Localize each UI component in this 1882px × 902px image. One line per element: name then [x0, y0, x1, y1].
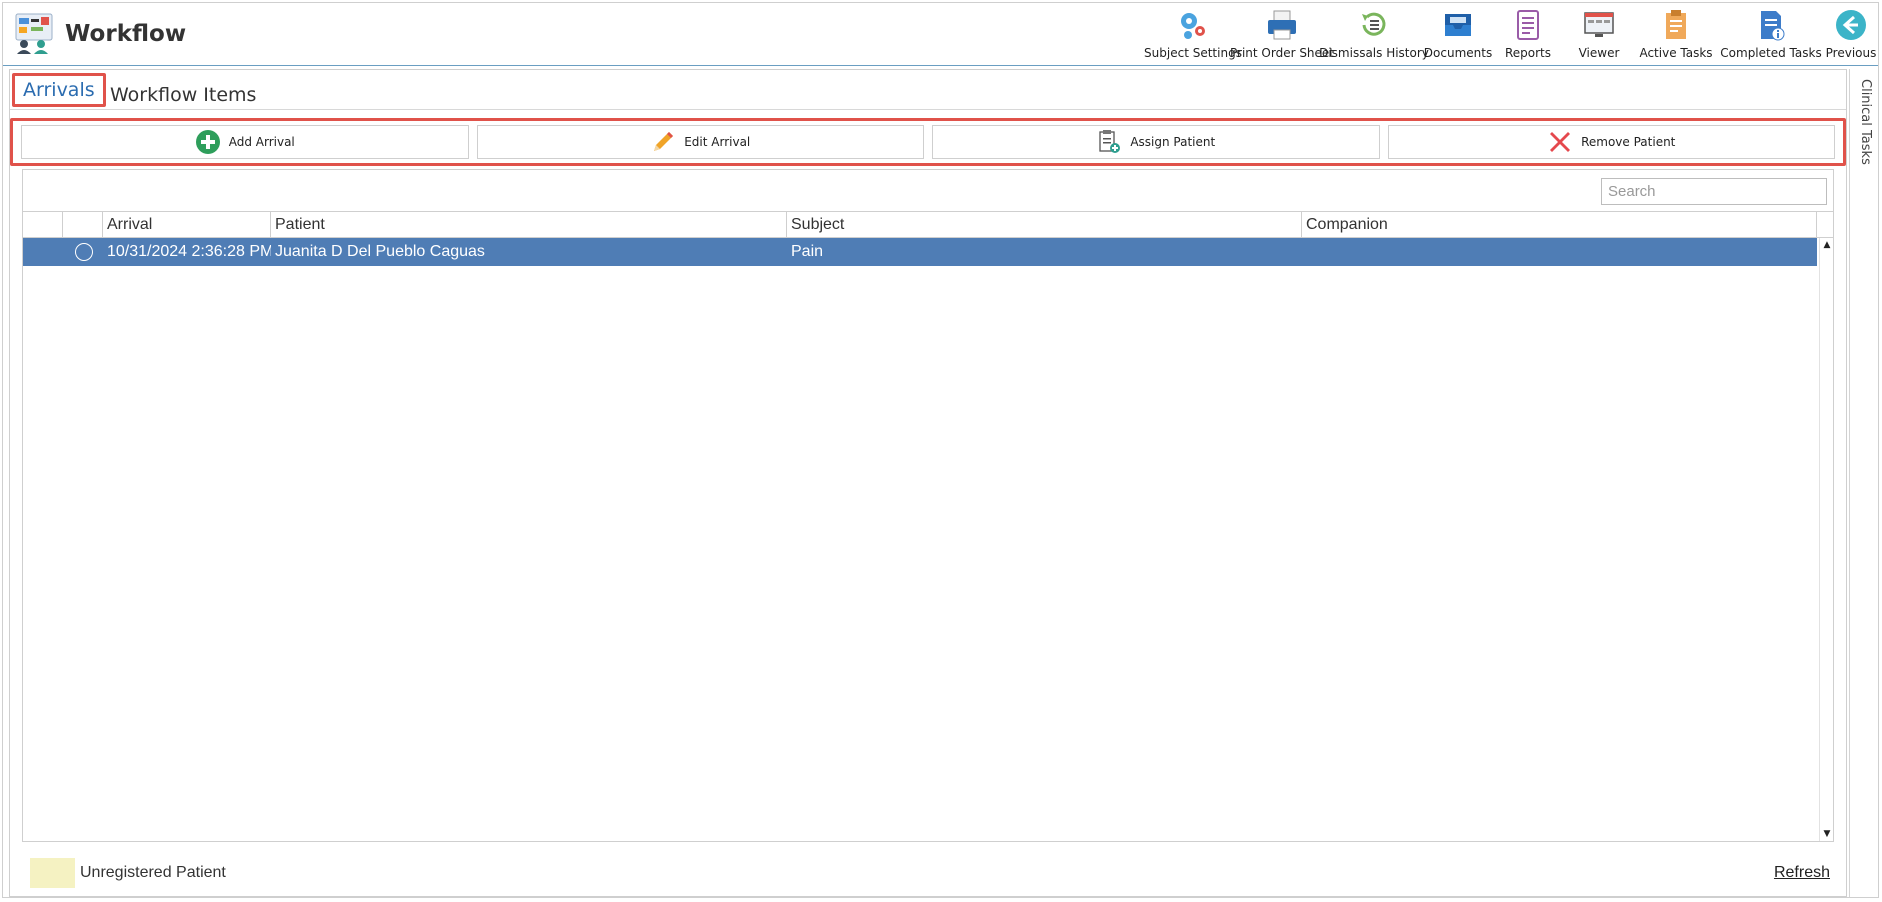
reports-button[interactable]: Reports — [1492, 3, 1564, 65]
column-header-status[interactable] — [63, 212, 103, 237]
status-circle-icon[interactable] — [75, 243, 93, 261]
unregistered-legend-swatch — [30, 858, 75, 888]
remove-patient-button[interactable]: Remove Patient — [1387, 125, 1835, 159]
column-header-arrival[interactable]: Arrival — [103, 212, 271, 237]
viewer-button[interactable]: Viewer — [1564, 3, 1634, 65]
vertical-scrollbar[interactable]: ▲ ▼ — [1819, 238, 1833, 841]
remove-patient-label: Remove Patient — [1581, 135, 1676, 149]
active-tasks-button[interactable]: Active Tasks — [1634, 3, 1718, 65]
scroll-down-arrow-icon[interactable]: ▼ — [1820, 827, 1834, 841]
add-arrival-button[interactable]: Add Arrival — [21, 125, 469, 159]
arrivals-grid: Arrival Patient Subject Companion 10/31/… — [22, 169, 1834, 842]
action-bar: Add Arrival Edit Arrival Assign Patient … — [10, 118, 1846, 166]
clinical-tasks-label: Clinical Tasks — [1858, 79, 1873, 165]
clinical-tasks-rail[interactable]: Clinical Tasks — [1849, 69, 1879, 897]
assign-patient-button[interactable]: Assign Patient — [932, 125, 1380, 159]
completed-tasks-button[interactable]: Completed Tasks — [1718, 3, 1824, 65]
inbox-icon — [1445, 14, 1471, 36]
table-header: Arrival Patient Subject Companion — [23, 211, 1833, 238]
tab-workflow-items[interactable]: Workflow Items — [102, 78, 264, 112]
table-row[interactable]: 10/31/2024 2:36:28 PM Juanita D Del Pueb… — [23, 238, 1817, 266]
app-header: Workflow Subject Settings Print Order Sh… — [3, 3, 1878, 66]
x-icon — [1550, 132, 1571, 152]
gear-icon — [1181, 13, 1205, 39]
workflow-logo-icon — [15, 13, 53, 54]
patient-cell: Juanita D Del Pueblo Caguas — [275, 243, 485, 260]
assign-patient-label: Assign Patient — [1130, 135, 1216, 149]
toolbar: Subject Settings Print Order Sheet Dismi… — [1144, 3, 1878, 65]
edit-arrival-button[interactable]: Edit Arrival — [476, 125, 924, 159]
scroll-up-arrow-icon[interactable]: ▲ — [1820, 238, 1834, 252]
clipboard-icon — [1666, 10, 1686, 39]
history-icon — [1362, 12, 1386, 36]
tab-strip: Arrivals Workflow Items — [10, 70, 1846, 110]
dismissals-history-button[interactable]: Dismissals History — [1319, 3, 1429, 65]
app-window: Workflow Subject Settings Print Order Sh… — [2, 2, 1879, 898]
subject-cell: Pain — [791, 243, 824, 260]
main-panel: Arrivals Workflow Items Add Arrival Edit… — [9, 69, 1847, 897]
viewer-icon — [1584, 12, 1614, 37]
add-arrival-label: Add Arrival — [228, 135, 295, 149]
row-indicator-cell — [23, 238, 63, 266]
column-header-subject[interactable]: Subject — [787, 212, 1302, 237]
report-icon — [1517, 10, 1539, 40]
tab-arrivals[interactable]: Arrivals — [12, 73, 106, 107]
column-header-companion[interactable]: Companion — [1302, 212, 1817, 237]
assign-clipboard-icon — [1099, 130, 1121, 153]
search-input[interactable] — [1601, 178, 1827, 205]
plus-circle-icon — [195, 130, 220, 154]
edit-arrival-label: Edit Arrival — [684, 135, 751, 149]
table-body: 10/31/2024 2:36:28 PM Juanita D Del Pueb… — [23, 238, 1817, 840]
previous-button[interactable]: Previous — [1824, 3, 1878, 65]
refresh-link[interactable]: Refresh — [1774, 864, 1830, 882]
companion-cell — [1302, 238, 1817, 266]
documents-button[interactable]: Documents — [1424, 3, 1492, 65]
app-title: Workflow — [65, 21, 187, 47]
pencil-icon — [654, 132, 674, 151]
printer-icon — [1268, 10, 1296, 40]
arrow-left-icon — [1836, 10, 1866, 40]
column-header-patient[interactable]: Patient — [271, 212, 787, 237]
subject-settings-button[interactable]: Subject Settings — [1144, 3, 1242, 65]
document-info-icon — [1761, 11, 1785, 41]
row-status-cell[interactable] — [63, 238, 103, 266]
arrival-cell: 10/31/2024 2:36:28 PM — [107, 243, 271, 260]
unregistered-legend-label: Unregistered Patient — [80, 864, 226, 881]
print-order-sheet-button[interactable]: Print Order Sheet — [1230, 3, 1334, 65]
column-header-indicator[interactable] — [23, 212, 63, 237]
grid-footer: Unregistered Patient Refresh — [10, 844, 1846, 894]
